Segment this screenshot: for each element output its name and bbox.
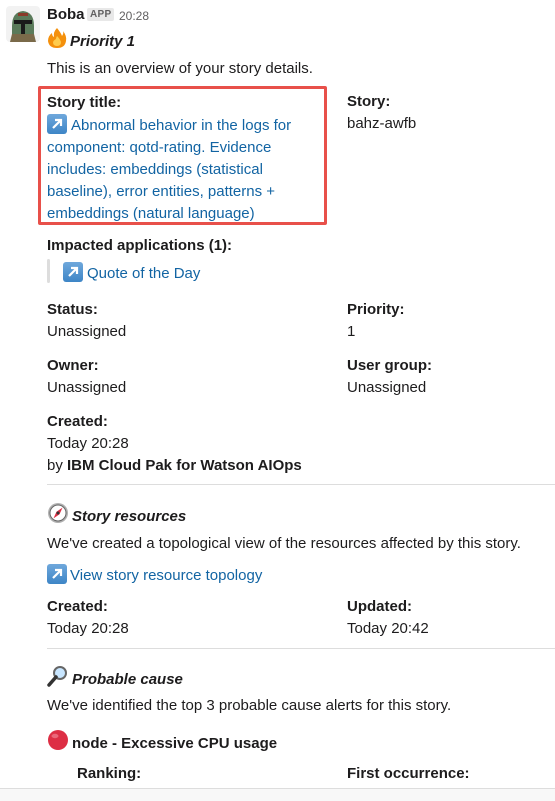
ranking-label: Ranking:	[77, 765, 142, 782]
user-group-label: User group:	[347, 357, 433, 374]
probable-cause-heading-text: Probable cause	[72, 671, 183, 688]
bot-avatar[interactable]	[6, 6, 40, 42]
owner-value: Unassigned	[47, 379, 127, 396]
app-badge: APP	[87, 8, 115, 21]
red-circle-icon	[47, 729, 69, 755]
created-by-name: IBM Cloud Pak for Watson AIOps	[67, 457, 302, 474]
created-label: Created:	[47, 413, 108, 430]
fire-icon	[47, 27, 67, 53]
impacted-app-link[interactable]: Quote of the Day	[87, 265, 200, 282]
external-link-arrow-icon	[63, 262, 83, 282]
priority-label: Priority:	[347, 301, 405, 318]
story-title-field: Story title: Abnormal behavior in the lo…	[47, 92, 327, 225]
alert-title-text: node - Excessive CPU usage	[72, 735, 278, 752]
story-resources-heading: Story resources	[47, 502, 186, 528]
story-id-value: bahz-awfb	[347, 115, 417, 132]
view-topology-item: View story resource topology	[47, 564, 262, 584]
created-by: by IBM Cloud Pak for Watson AIOps	[47, 457, 302, 474]
priority-value: 1	[347, 323, 356, 340]
external-link-arrow-icon	[47, 564, 67, 584]
story-resources-heading-text: Story resources	[72, 508, 187, 525]
alert-title: node - Excessive CPU usage	[47, 729, 277, 755]
message-time[interactable]: 20:28	[119, 9, 149, 23]
magnifying-glass-icon	[47, 665, 69, 691]
story-id-label: Story:	[347, 93, 391, 110]
external-link-arrow-icon	[47, 114, 67, 134]
created-by-prefix: by	[47, 457, 68, 474]
created-value: Today 20:28	[47, 435, 129, 452]
sender-name[interactable]: Boba	[47, 6, 85, 23]
view-topology-link[interactable]: View story resource topology	[70, 567, 262, 584]
status-value: Unassigned	[47, 323, 127, 340]
story-title-label: Story title:	[47, 94, 122, 111]
first-occurrence-label: First occurrence:	[347, 765, 470, 782]
impacted-app-item: Quote of the Day	[63, 262, 200, 282]
resources-created-value: Today 20:28	[47, 620, 129, 637]
resources-created-label: Created:	[47, 598, 108, 615]
section-divider	[47, 648, 555, 649]
compass-icon	[47, 502, 69, 528]
resources-updated-label: Updated:	[347, 598, 412, 615]
impacted-applications-label: Impacted applications (1):	[47, 237, 233, 254]
quote-bar	[47, 259, 50, 283]
slack-message: Boba APP 20:28 Priority 1 This is an ove…	[0, 0, 555, 801]
probable-cause-description: We've identified the top 3 probable caus…	[47, 697, 452, 714]
intro-text: This is an overview of your story detail…	[47, 60, 313, 77]
story-title-link[interactable]: Abnormal behavior in the logs for compon…	[47, 117, 291, 222]
story-resources-description: We've created a topological view of the …	[47, 535, 521, 552]
section-divider	[47, 484, 555, 485]
status-label: Status:	[47, 301, 98, 318]
probable-cause-heading: Probable cause	[47, 665, 183, 691]
resources-updated-value: Today 20:42	[347, 620, 429, 637]
owner-label: Owner:	[47, 357, 99, 374]
priority-heading-text: Priority 1	[70, 33, 136, 50]
priority-heading: Priority 1	[47, 27, 135, 53]
user-group-value: Unassigned	[347, 379, 427, 396]
message-composer-edge	[0, 788, 555, 801]
